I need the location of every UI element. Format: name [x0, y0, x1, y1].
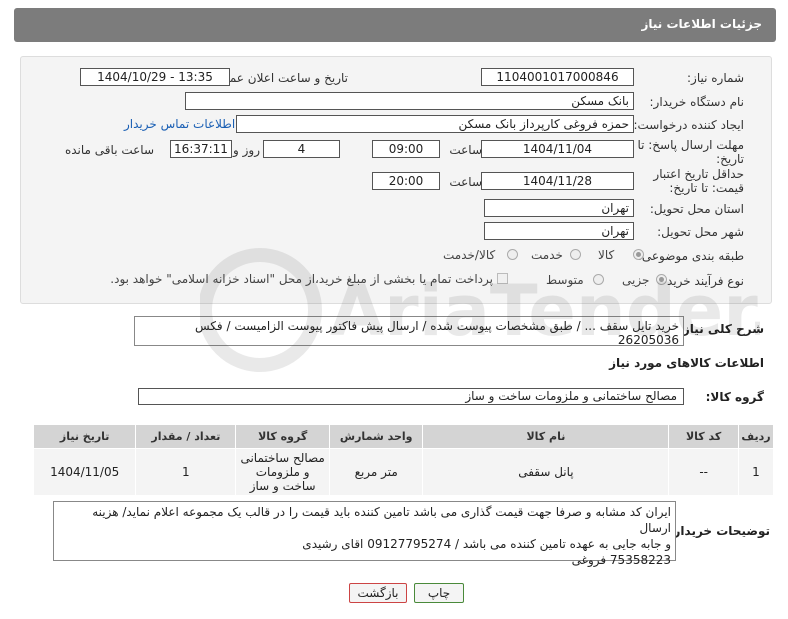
description-label: شرح کلی نیاز: — [678, 322, 764, 336]
buyer-notes-field: ایران کد مشابه و صرفا جهت قیمت گذاری می … — [53, 501, 676, 567]
days-label: روز و — [233, 143, 260, 157]
purchase-medium-label: متوسط — [546, 273, 584, 287]
purchase-type-label: نوع فرآیند خرید : — [659, 274, 744, 288]
creator-field: حمزه فروغی کارپرداز بانک مسکن — [236, 115, 634, 133]
contact-info-link[interactable]: اطلاعات تماس خریدار — [124, 117, 235, 131]
reply-deadline-label: مهلت ارسال پاسخ: تا تاریخ: — [637, 138, 744, 166]
col-name: نام کالا — [422, 424, 670, 449]
goods-table: ردیف کد کالا نام کالا واحد شمارش گروه کا… — [32, 424, 775, 496]
table-row: 1 -- پانل سقفی متر مربع مصالح ساختمانی و… — [32, 448, 775, 496]
category-service-radio[interactable] — [570, 249, 581, 260]
need-number-label: شماره نیاز: — [687, 71, 744, 85]
buyer-org-field: بانک مسکن — [185, 92, 634, 110]
validity-time-label: ساعت — [449, 175, 482, 189]
back-button[interactable]: بازگشت — [349, 583, 407, 603]
category-goods-radio[interactable] — [633, 249, 644, 260]
payment-treasury-checkbox[interactable] — [497, 273, 508, 284]
remaining-label: ساعت باقی مانده — [64, 143, 154, 157]
cell-name: پانل سقفی — [422, 448, 670, 496]
purchase-minor-label: جزیی — [622, 273, 650, 287]
cell-unit: متر مربع — [328, 448, 424, 496]
description-field: خرید تایل سقف ... / طبق مشخصات پیوست شده… — [134, 316, 684, 347]
col-row: ردیف — [737, 424, 775, 449]
payment-note: پرداخت تمام یا بخشی از مبلغ خرید،از محل … — [110, 272, 493, 286]
page-title: جزئیات اطلاعات نیاز — [641, 17, 762, 31]
print-button[interactable]: چاپ — [414, 583, 464, 603]
category-both-radio[interactable] — [507, 249, 518, 260]
category-label: طبقه بندی موضوعی: — [637, 249, 744, 263]
buyer-notes-line1: ایران کد مشابه و صرفا جهت قیمت گذاری می … — [92, 505, 671, 535]
category-service-label: خدمت — [531, 248, 563, 262]
purchase-minor-radio[interactable] — [656, 274, 667, 285]
col-code: کد کالا — [668, 424, 739, 449]
col-unit: واحد شمارش — [328, 424, 424, 449]
goods-group-field: مصالح ساختمانی و ملزومات ساخت و ساز — [138, 388, 684, 405]
province-field: تهران — [484, 199, 634, 217]
purchase-medium-radio[interactable] — [593, 274, 604, 285]
col-need-date: تاریخ نیاز — [32, 424, 137, 449]
days-field: 4 — [263, 140, 340, 158]
category-both-label: کالا/خدمت — [443, 248, 496, 262]
buyer-notes-label: توضیحات خریدار: — [668, 524, 770, 538]
city-field: تهران — [484, 222, 634, 240]
goods-section-title: اطلاعات کالاهای مورد نیاز — [609, 356, 764, 370]
col-group: گروه کالا — [235, 424, 330, 449]
buyer-org-label: نام دستگاه خریدار: — [649, 95, 745, 109]
cell-code: -- — [668, 448, 739, 496]
creator-label: ایجاد کننده درخواست: — [633, 118, 744, 132]
buyer-notes-line3: 75358223 فروغی — [571, 553, 671, 567]
goods-table-header: ردیف کد کالا نام کالا واحد شمارش گروه کا… — [32, 424, 775, 449]
announce-field: 1404/10/29 - 13:35 — [80, 68, 230, 86]
cell-group: مصالح ساختمانی و ملزومات ساخت و ساز — [235, 448, 330, 496]
buyer-notes-line2: و جابه جایی به عهده تامین کننده می باشد … — [302, 537, 671, 551]
price-validity-label: حداقل تاریخ اعتبار قیمت: تا تاریخ: — [653, 167, 744, 195]
goods-group-label: گروه کالا: — [705, 390, 764, 404]
validity-time-field: 20:00 — [372, 172, 440, 190]
page-header: جزئیات اطلاعات نیاز — [14, 8, 776, 42]
reply-date-field: 1404/11/04 — [481, 140, 634, 158]
cell-need-date: 1404/11/05 — [32, 448, 137, 496]
cell-row: 1 — [737, 448, 775, 496]
province-label: استان محل تحویل: — [649, 202, 744, 216]
city-label: شهر محل تحویل: — [657, 225, 744, 239]
need-number-field: 1104001017000846 — [481, 68, 634, 86]
reply-time-field: 09:00 — [372, 140, 440, 158]
col-quantity: تعداد / مقدار — [135, 424, 237, 449]
category-goods-label: کالا — [598, 248, 615, 262]
cell-quantity: 1 — [135, 448, 237, 496]
reply-time-label: ساعت — [449, 143, 482, 157]
validity-date-field: 1404/11/28 — [481, 172, 634, 190]
remaining-time-field: 16:37:11 — [170, 140, 232, 158]
